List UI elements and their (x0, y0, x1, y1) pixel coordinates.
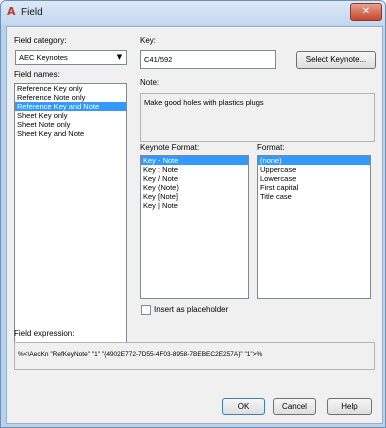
keynote-format-item[interactable]: Key / Note (141, 174, 248, 183)
keynote-format-item[interactable]: Key | Note (141, 201, 248, 210)
keynote-format-item[interactable]: Key - Note (141, 156, 248, 165)
field-names-item[interactable]: Reference Note only (15, 93, 126, 102)
autocad-app-icon: A (7, 5, 16, 18)
title-bar: A Field ✕ (1, 1, 385, 25)
field-names-list[interactable]: Reference Key only Reference Note only Ref… (14, 83, 127, 343)
key-input[interactable]: C41/592 (140, 50, 276, 69)
field-category-dropdown[interactable]: AEC Keynotes ▼ (15, 50, 127, 65)
keynote-format-item[interactable]: Key [Note] (141, 192, 248, 201)
format-item[interactable]: Lowercase (258, 174, 370, 183)
format-item[interactable]: Title case (258, 192, 370, 201)
field-expression-label: Field expression: (14, 329, 75, 338)
cancel-button[interactable]: Cancel (273, 398, 316, 415)
close-icon: ✕ (361, 6, 371, 17)
window-title: Field (21, 7, 43, 18)
help-button[interactable]: Help (327, 398, 372, 415)
field-category-value: AEC Keynotes (19, 53, 68, 62)
field-names-item[interactable]: Sheet Key only (15, 111, 126, 120)
field-names-item[interactable]: Sheet Note only (15, 120, 126, 129)
field-category-label: Field category: (14, 36, 67, 45)
field-expression-value: %<\AecKn "RefKeyNote" "1" "{4902E772-7D5… (18, 351, 263, 358)
key-value: C41/592 (144, 55, 173, 64)
field-names-item[interactable]: Sheet Key and Note (15, 129, 126, 138)
format-item[interactable]: Uppercase (258, 165, 370, 174)
insert-placeholder-label: Insert as placeholder (154, 305, 229, 314)
keynote-format-item[interactable]: Key (Note) (141, 183, 248, 192)
field-dialog: A Field ✕ Field category: AEC Keynotes ▼… (0, 0, 386, 428)
ok-button[interactable]: OK (222, 398, 265, 415)
field-names-item[interactable]: Reference Key only (15, 84, 126, 93)
note-value: Make good holes with plastics plugs (144, 98, 264, 107)
field-names-label: Field names: (14, 70, 60, 79)
field-names-item[interactable]: Reference Key and Note (15, 102, 126, 111)
format-label: Format: (257, 143, 285, 152)
select-keynote-button[interactable]: Select Keynote... (296, 51, 376, 69)
note-display: Make good holes with plastics plugs (140, 93, 375, 142)
insert-placeholder-checkbox[interactable] (141, 305, 151, 315)
keynote-format-list[interactable]: Key - Note Key : Note Key / Note Key (Note)… (140, 155, 249, 299)
format-list[interactable]: (none) Uppercase Lowercase First capital Tit… (257, 155, 371, 299)
format-item[interactable]: First capital (258, 183, 370, 192)
format-item[interactable]: (none) (258, 156, 370, 165)
keynote-format-label: Keynote Format: (140, 143, 200, 152)
close-button[interactable]: ✕ (350, 3, 382, 21)
keynote-format-item[interactable]: Key : Note (141, 165, 248, 174)
key-label: Key: (140, 36, 157, 45)
field-expression-display: %<\AecKn "RefKeyNote" "1" "{4902E772-7D5… (14, 342, 375, 370)
chevron-down-icon: ▼ (116, 53, 123, 61)
dialog-body: Field category: AEC Keynotes ▼ Field nam… (6, 26, 383, 424)
note-label: Note: (140, 78, 160, 87)
